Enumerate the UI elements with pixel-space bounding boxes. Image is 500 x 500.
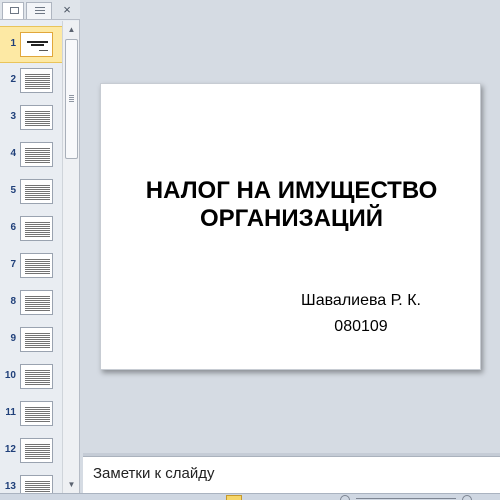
- thumbnail-text-lines: [25, 259, 50, 275]
- slide-thumbnail[interactable]: 13: [0, 470, 62, 493]
- slide-thumbnail-image: [20, 142, 53, 167]
- slide-thumbnail-number: 12: [4, 444, 16, 455]
- slide-thumbnail-image: [20, 475, 53, 493]
- slide-editor: НАЛОГ НА ИМУЩЕСТВО ОРГАНИЗАЦИЙ Шавалиева…: [83, 0, 500, 453]
- thumbnail-text-lines: [25, 74, 50, 90]
- slide-thumbnail-image: [20, 401, 53, 426]
- thumbnail-text-lines: [25, 407, 50, 423]
- slides-icon: [10, 7, 19, 14]
- slide-thumbnail-number: 5: [10, 185, 16, 196]
- slide-thumbnail-image: [20, 179, 53, 204]
- slide-thumbnail[interactable]: 7: [0, 248, 62, 285]
- close-icon: ×: [63, 2, 71, 17]
- status-bar: [0, 493, 500, 500]
- slide-thumbnail[interactable]: 4: [0, 137, 62, 174]
- thumbnail-text-mark: [31, 44, 44, 46]
- slide-code[interactable]: 080109: [261, 318, 461, 336]
- scroll-down-arrow-icon[interactable]: ▼: [64, 477, 79, 492]
- slide-thumbnail-number: 7: [10, 259, 16, 270]
- current-slide[interactable]: НАЛОГ НА ИМУЩЕСТВО ОРГАНИЗАЦИЙ Шавалиева…: [100, 83, 481, 370]
- thumbnail-text-mark: [39, 50, 48, 51]
- thumbnail-text-lines: [25, 444, 50, 460]
- slide-thumbnail-image: [20, 216, 53, 241]
- tab-slides[interactable]: [2, 2, 24, 19]
- slide-thumbnail-number: 1: [10, 38, 16, 49]
- notes-placeholder: Заметки к слайду: [93, 465, 215, 482]
- slides-pane: × 1 2 3 4 5 6 7 8 9 10 11 12 13 ▲ ▼: [0, 0, 80, 493]
- slide-thumbnail[interactable]: 9: [0, 322, 62, 359]
- slide-thumbnail[interactable]: 8: [0, 285, 62, 322]
- slide-thumbnail-image: [20, 364, 53, 389]
- slide-thumbnail-image: [20, 253, 53, 278]
- slide-thumbnail-number: 9: [10, 333, 16, 344]
- slide-thumbnail[interactable]: 5: [0, 174, 62, 211]
- tab-outline[interactable]: [26, 2, 52, 19]
- slide-thumbnail-number: 10: [4, 370, 16, 381]
- slide-thumbnail-image: [20, 68, 53, 93]
- slide-thumbnail-image: [20, 290, 53, 315]
- slide-thumbnail-number: 11: [5, 407, 16, 418]
- outline-icon: [35, 7, 45, 15]
- slide-thumbnail-number: 8: [10, 296, 16, 307]
- thumbnail-text-lines: [25, 370, 50, 386]
- thumbnail-text-lines: [25, 481, 50, 493]
- slide-thumbnail-image: [20, 327, 53, 352]
- pane-tabs: ×: [0, 0, 80, 20]
- slide-thumbnail-number: 2: [10, 74, 16, 85]
- slide-thumbnail[interactable]: 10: [0, 359, 62, 396]
- slide-title-line-1: НАЛОГ НА ИМУЩЕСТВО: [145, 177, 438, 204]
- scroll-up-arrow-icon[interactable]: ▲: [64, 22, 79, 37]
- thumbnail-text-lines: [25, 222, 50, 238]
- thumbnail-text-lines: [25, 333, 50, 349]
- slide-thumbnail-image: [20, 32, 53, 57]
- thumbnail-text-lines: [25, 185, 50, 201]
- slide-thumbnail-image: [20, 105, 53, 130]
- close-pane-button[interactable]: ×: [58, 2, 76, 18]
- zoom-slider[interactable]: [356, 498, 456, 499]
- thumbnail-text-lines: [25, 148, 50, 164]
- slide-thumbnail[interactable]: 1: [0, 26, 62, 63]
- thumbnail-text-mark: [27, 41, 48, 43]
- scrollbar-thumb[interactable]: [65, 39, 78, 159]
- slide-thumbnail-number: 3: [10, 111, 16, 122]
- scrollbar-grip-icon: [69, 95, 74, 103]
- thumbnail-text-lines: [25, 111, 50, 127]
- slide-title-line-2: ОРГАНИЗАЦИЙ: [199, 205, 384, 232]
- thumbnail-list: 1 2 3 4 5 6 7 8 9 10 11 12 13: [0, 21, 62, 493]
- slide-thumbnail-number: 4: [10, 148, 16, 159]
- thumbnail-text-lines: [25, 296, 50, 312]
- normal-view-icon[interactable]: [226, 495, 242, 500]
- notes-pane[interactable]: Заметки к слайду: [83, 456, 500, 493]
- slide-thumbnail[interactable]: 12: [0, 433, 62, 470]
- slide-thumbnail-image: [20, 438, 53, 463]
- slide-thumbnail-number: 6: [10, 222, 16, 233]
- slide-thumbnail[interactable]: 6: [0, 211, 62, 248]
- slide-thumbnail[interactable]: 3: [0, 100, 62, 137]
- slide-thumbnail[interactable]: 2: [0, 63, 62, 100]
- slide-thumbnail-number: 13: [4, 481, 16, 492]
- zoom-in-icon[interactable]: [462, 495, 472, 500]
- zoom-out-icon[interactable]: [340, 495, 350, 500]
- thumbnail-scrollbar[interactable]: ▲ ▼: [62, 21, 79, 493]
- slide-thumbnail[interactable]: 11: [0, 396, 62, 433]
- slide-title[interactable]: НАЛОГ НА ИМУЩЕСТВО ОРГАНИЗАЦИЙ: [101, 177, 482, 233]
- slide-author[interactable]: Шавалиева Р. К.: [261, 292, 461, 310]
